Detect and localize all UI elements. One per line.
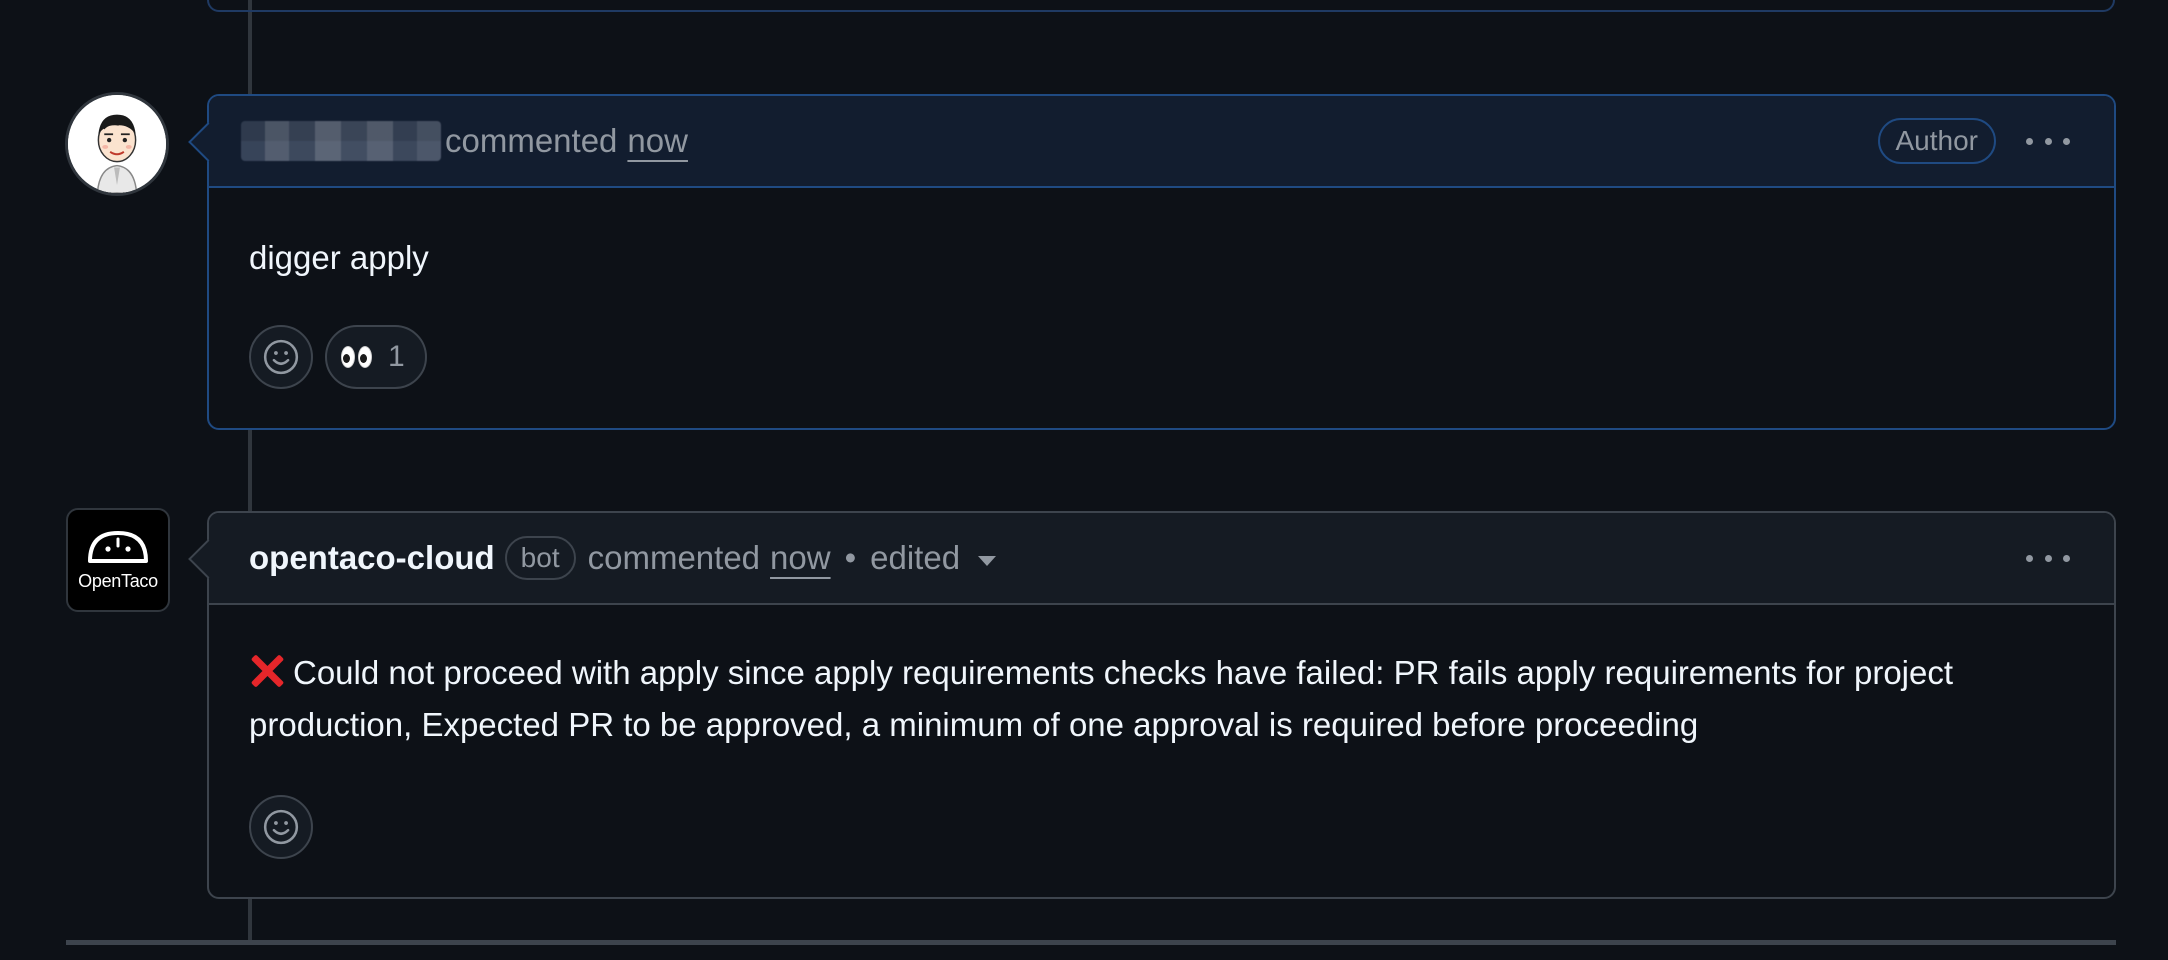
- timeline-end-divider: [66, 940, 2116, 945]
- comment-header: commented now Author: [188, 96, 2114, 188]
- comment-body: digger apply: [249, 239, 429, 276]
- smiley-icon: [263, 339, 299, 375]
- user-avatar-illustration: [68, 95, 166, 193]
- cross-mark-icon: [249, 653, 285, 689]
- comment-card: opentaco-cloud bot commented now • edite…: [188, 511, 2116, 899]
- reactions-bar: [249, 795, 313, 859]
- smiley-icon: [263, 809, 299, 845]
- bot-badge: bot: [504, 536, 576, 580]
- comment-header: opentaco-cloud bot commented now • edite…: [188, 513, 2114, 605]
- pr-timeline: commented now Author digger apply 1 Open…: [0, 0, 2168, 960]
- comment-pointer: [188, 539, 228, 579]
- add-reaction-button[interactable]: [249, 325, 313, 389]
- reaction-count: 1: [388, 340, 405, 373]
- comment-verb: commented: [445, 122, 618, 159]
- separator-dot: •: [844, 539, 857, 576]
- comment-pointer: [188, 122, 228, 162]
- bot-avatar-text: OpenTaco: [78, 570, 158, 591]
- comment-options-menu-icon[interactable]: [2026, 543, 2070, 573]
- comment-timestamp-link[interactable]: now: [627, 122, 688, 159]
- add-reaction-button[interactable]: [249, 795, 313, 859]
- comment-timestamp-link[interactable]: now: [770, 539, 831, 577]
- previous-comment-box: [207, 0, 2115, 12]
- reactions-bar: 1: [249, 325, 427, 389]
- author-badge: Author: [1877, 118, 1996, 164]
- bot-avatar[interactable]: OpenTaco: [66, 508, 170, 612]
- avatar[interactable]: [65, 92, 169, 196]
- comment-card: commented now Author digger apply 1: [188, 94, 2116, 430]
- edited-dropdown[interactable]: edited: [870, 539, 997, 577]
- comment-verb: commented: [587, 539, 761, 576]
- edited-label: edited: [870, 539, 961, 576]
- comment-body-text: Could not proceed with apply since apply…: [249, 654, 1954, 743]
- comment-options-menu-icon[interactable]: [2026, 126, 2070, 156]
- eyes-reaction-chip[interactable]: 1: [325, 325, 427, 389]
- comment-author-link[interactable]: opentaco-cloud: [249, 539, 495, 577]
- caret-down-icon: [978, 556, 997, 566]
- eyes-icon: [341, 346, 372, 368]
- redacted-author-name[interactable]: [241, 121, 441, 161]
- comment-body: Could not proceed with apply since apply…: [209, 605, 2114, 751]
- opentaco-logo-icon: [88, 530, 148, 563]
